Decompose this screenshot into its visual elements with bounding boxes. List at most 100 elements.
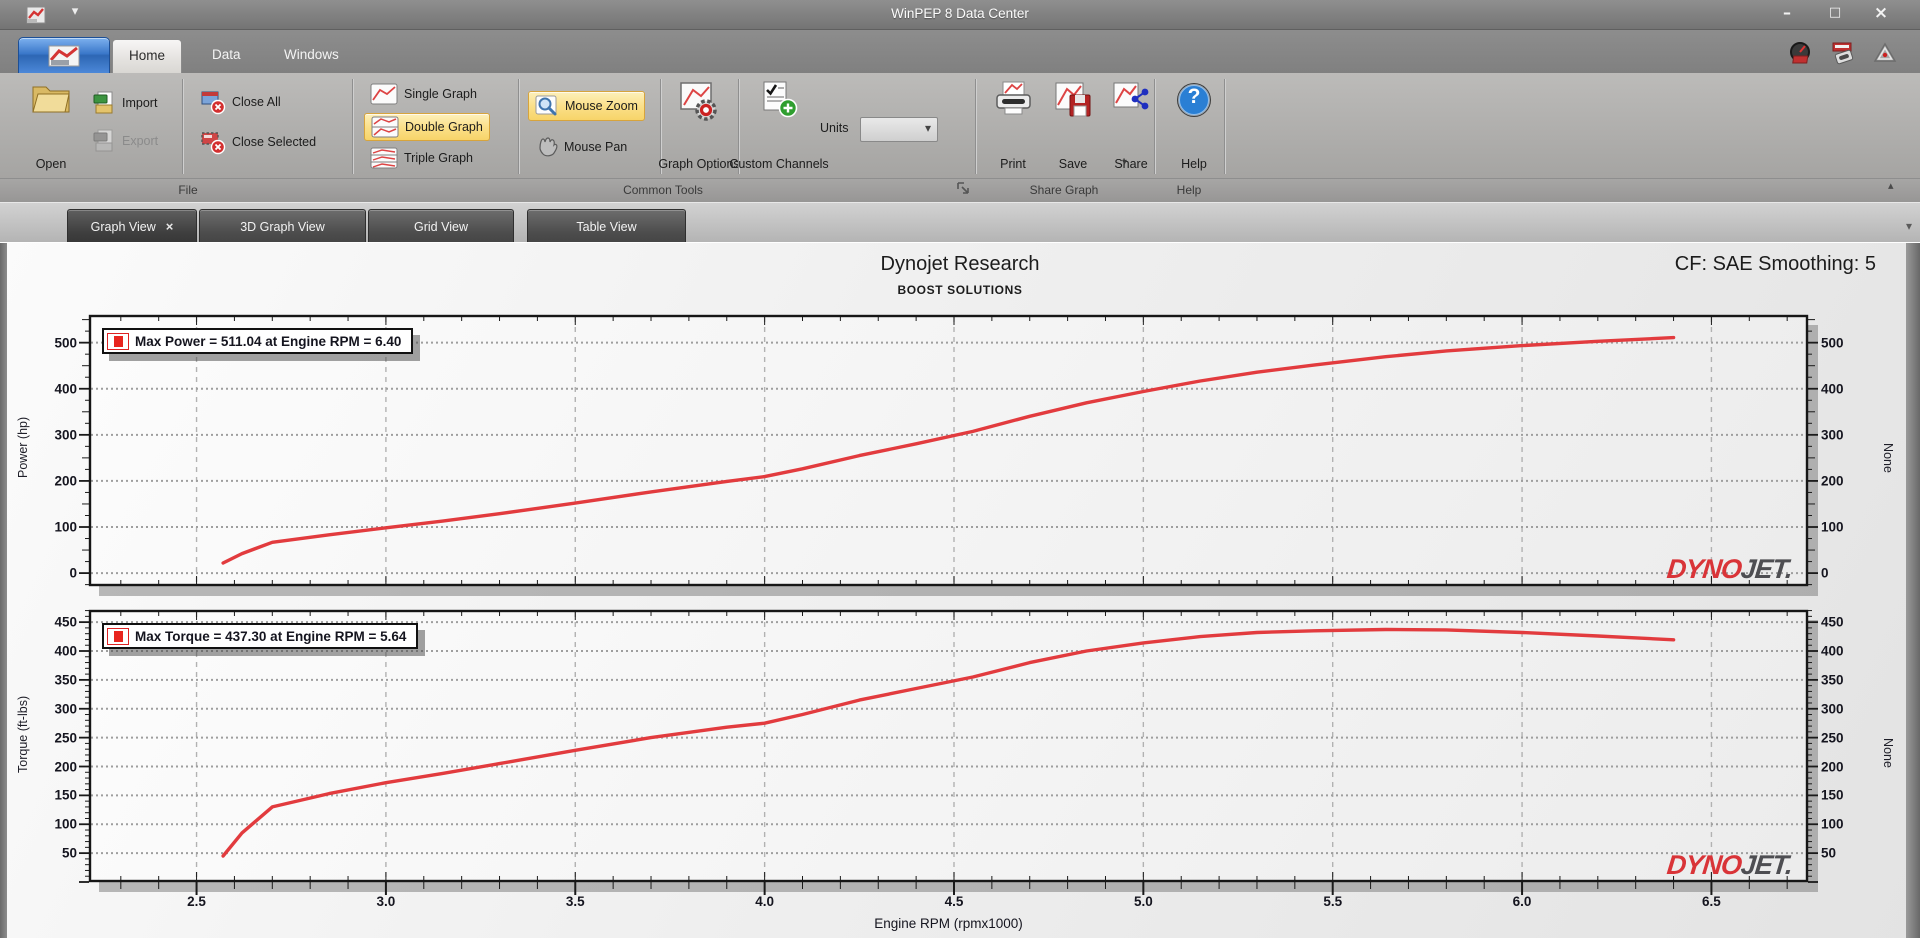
application-menu-button[interactable] [18,37,110,73]
power-plot[interactable]: Max Power = 511.04 at Engine RPM = 6.40 … [16,314,1895,587]
axis-tick-label: 350 [1821,672,1844,688]
torque-right-axis-labels: 50 100 150 200 250 300 350 400 450 [1821,610,1867,882]
graph-options-icon [680,82,717,121]
power-right-axis-title: None [1881,442,1895,473]
axis-tick-label: 150 [54,787,77,803]
axis-tick-label: 150 [1821,787,1844,803]
axis-tick-label: 5.0 [1133,894,1153,909]
chevron-down-icon: ▾ [924,121,931,135]
ribbon-tab-home[interactable]: Home [112,39,183,73]
axis-tick-label: 300 [54,701,77,717]
dynojet-watermark: DYNOJET. [1665,554,1794,584]
axis-tick-label: 6.0 [1512,894,1532,909]
print-button[interactable]: Print [984,77,1042,173]
torque-right-axis-title: None [1881,738,1895,768]
axis-tick-label: 200 [54,473,77,489]
units-dropdown[interactable]: ▾ [860,117,938,142]
maximize-button[interactable]: □ [1816,0,1854,26]
axis-tick-label: 500 [54,335,77,351]
help-button[interactable]: ? Help [1166,77,1222,173]
axis-tick-label: 0 [1821,565,1829,581]
axis-tick-label: 250 [1821,730,1844,746]
axis-tick-label: 500 [1821,335,1844,351]
ribbon-tab-data[interactable]: Data [196,39,257,73]
share-button[interactable]: Share [1104,77,1158,173]
single-graph-button[interactable]: Single Graph [364,81,483,107]
axis-tick-label: 100 [1821,519,1844,535]
legend-swatch [107,627,129,645]
axis-tick-label: 300 [54,427,77,443]
separator [975,79,977,174]
torque-legend-text: Max Torque = 437.30 at Engine RPM = 5.64 [135,628,407,644]
tab-table-view[interactable]: Table View [527,209,686,243]
xaxis-title: Engine RPM (rpmx1000) [874,916,1023,931]
graph-subtitle: BOOST SOLUTIONS [897,283,1023,297]
tab-close-icon[interactable]: × [166,210,174,244]
axis-tick-label: 450 [1821,614,1844,630]
custom-channels-button[interactable]: Custom Channels [729,77,829,173]
graph-options-button[interactable]: Graph Options [658,77,740,173]
group-label-help: Help [1176,183,1202,197]
tab-grid-view[interactable]: Grid View [368,209,514,243]
power-legend: Max Power = 511.04 at Engine RPM = 6.40 [102,328,414,354]
power-plot-canvas [79,314,1818,587]
save-icon [1055,82,1091,117]
export-csv-icon [93,129,113,152]
axis-tick-label: 250 [54,730,77,746]
separator [1224,79,1226,174]
import-csv-icon [93,91,113,114]
axis-tick-label: 100 [1821,816,1844,832]
panel-right-edge [1906,243,1920,938]
axis-tick-label: 4.5 [944,894,964,909]
axis-tick-label: 100 [54,816,77,832]
torque-plot[interactable]: Max Torque = 437.30 at Engine RPM = 5.64… [16,609,1895,931]
axis-tick-label: 200 [54,759,77,774]
save-button[interactable]: Save [1046,77,1100,173]
share-dropdown-icon[interactable]: ▾ [1122,157,1127,168]
help-icon: ? [1175,81,1213,119]
axis-tick-label: 4.0 [755,894,775,909]
import-button[interactable]: Import [86,89,163,117]
axis-tick-label: 400 [54,643,77,659]
axis-tick-label: 300 [1821,701,1844,717]
mouse-pan-button[interactable]: Mouse Pan [528,133,633,161]
double-graph-button[interactable]: Double Graph [364,113,490,141]
axis-tick-label: 6.5 [1702,894,1721,909]
axis-tick-label: 50 [1821,845,1837,861]
dyno-icon[interactable] [1830,40,1856,66]
tab-graph-view[interactable]: Graph View × [67,209,197,243]
dialog-launcher-icon[interactable] [956,181,971,196]
ribbon-tab-windows[interactable]: Windows [268,39,355,73]
close-button[interactable]: × [1862,0,1900,26]
torque-legend: Max Torque = 437.30 at Engine RPM = 5.64 [102,623,419,649]
winpep-logo-icon [48,45,80,66]
separator [352,79,354,174]
close-selected-button[interactable]: Close Selected [194,127,322,157]
gauge-icon[interactable] [1788,40,1814,66]
tab-3d-graph-view[interactable]: 3D Graph View [199,209,366,243]
axis-tick-label: 400 [54,381,77,397]
power-yaxis-labels: 0 100 200 300 400 500 [31,315,77,586]
axis-tick-label: 200 [1821,759,1844,774]
torque-plot-canvas [79,609,1818,895]
ribbon-collapse-icon[interactable]: ▴ [1888,179,1894,192]
export-button[interactable]: Export [86,127,164,155]
graph-view-panel: Dynojet Research BOOST SOLUTIONS CF: SAE… [0,242,1920,938]
folder-icon [32,86,70,113]
warning-triangle-icon[interactable] [1872,40,1898,66]
torque-yaxis-labels: 50 100 150 200 250 300 350 400 450 [31,610,77,882]
minimize-button[interactable]: – [1768,0,1806,26]
axis-tick-label: 400 [1821,643,1844,659]
window-title: WinPEP 8 Data Center [891,6,1029,21]
tab-overflow-icon[interactable]: ▾ [1906,219,1912,233]
view-tab-strip: Graph View × 3D Graph View Grid View Tabl… [0,202,1920,243]
axis-tick-label: 50 [61,845,77,861]
close-all-button[interactable]: Close All [194,87,287,117]
open-button[interactable]: Open [22,77,80,173]
axis-tick-label: 200 [1821,473,1844,489]
axis-tick-label: 300 [1821,427,1844,443]
mouse-zoom-button[interactable]: Mouse Zoom [528,91,645,121]
units-label: Units [820,121,849,135]
axis-tick-label: 3.0 [376,894,396,909]
triple-graph-button[interactable]: Triple Graph [364,145,479,171]
